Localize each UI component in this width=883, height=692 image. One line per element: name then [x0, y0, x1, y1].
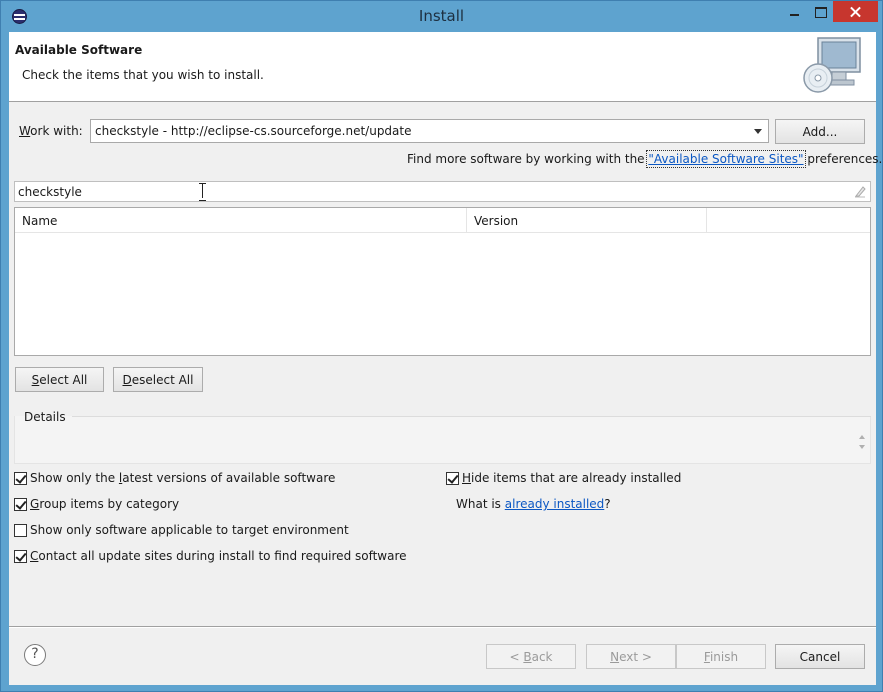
minimize-button[interactable] — [781, 1, 807, 22]
software-table[interactable]: Name Version — [14, 207, 871, 356]
details-divider — [72, 416, 871, 417]
install-monitor-cd-icon — [803, 37, 861, 93]
column-header-version[interactable]: Version — [467, 208, 707, 233]
column-header-name[interactable]: Name — [15, 208, 467, 233]
eraser-icon[interactable] — [854, 185, 866, 198]
window-title: Install — [418, 7, 465, 25]
close-button[interactable] — [833, 1, 878, 22]
chevron-down-icon[interactable] — [750, 122, 766, 140]
checkbox-unchecked-icon[interactable] — [14, 524, 27, 537]
details-area[interactable] — [14, 416, 871, 464]
back-button[interactable]: < Back — [486, 644, 576, 669]
work-with-label: Work with: — [19, 124, 83, 138]
available-software-sites-link[interactable]: "Available Software Sites" — [646, 150, 806, 168]
page-description: Check the items that you wish to install… — [22, 68, 264, 82]
filter-value: checkstyle — [18, 185, 82, 199]
text-cursor-icon — [198, 183, 207, 201]
title-bar[interactable]: Install — [1, 1, 882, 32]
already-installed-link[interactable]: already installed — [505, 497, 605, 511]
checkbox-checked-icon[interactable] — [446, 472, 459, 485]
install-window: Install Available Software Check the ite… — [0, 0, 883, 692]
checkbox-checked-icon[interactable] — [14, 498, 27, 511]
finish-button[interactable]: Finish — [676, 644, 766, 669]
next-button[interactable]: Next > — [586, 644, 676, 669]
maximize-button[interactable] — [807, 1, 833, 22]
work-with-combo[interactable]: checkstyle - http://eclipse-cs.sourcefor… — [90, 119, 769, 143]
checkbox-checked-icon[interactable] — [14, 550, 27, 563]
cancel-button[interactable]: Cancel — [775, 644, 865, 669]
filter-input[interactable]: checkstyle — [14, 181, 871, 202]
what-is-installed-text: What is already installed? — [456, 497, 611, 511]
wizard-header: Available Software Check the items that … — [9, 32, 876, 102]
checkbox-checked-icon[interactable] — [14, 472, 27, 485]
work-with-value: checkstyle - http://eclipse-cs.sourcefor… — [95, 124, 412, 138]
dialog-client-area: Available Software Check the items that … — [9, 32, 882, 685]
table-header: Name Version — [15, 208, 870, 233]
page-title: Available Software — [15, 43, 143, 57]
deselect-all-button[interactable]: Deselect All — [113, 367, 203, 392]
details-label: Details — [24, 410, 66, 424]
scroll-arrows-icon[interactable] — [858, 434, 867, 452]
help-icon[interactable]: ? — [24, 644, 46, 666]
select-all-button[interactable]: Select All — [15, 367, 104, 392]
column-header-extra[interactable] — [707, 208, 870, 233]
find-more-text: Find more software by working with the "… — [407, 150, 883, 168]
add-site-button[interactable]: Add... — [775, 119, 865, 144]
